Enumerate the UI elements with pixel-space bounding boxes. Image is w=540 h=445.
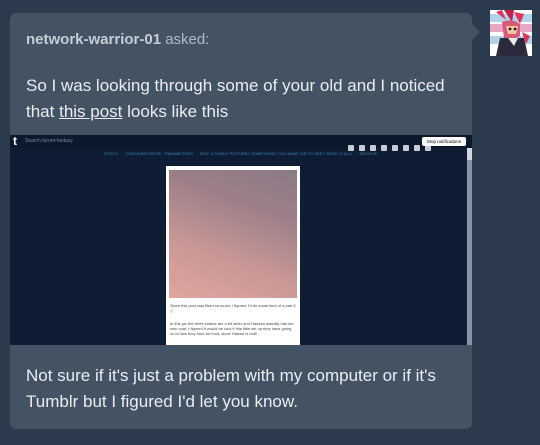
code-icon xyxy=(370,145,376,151)
nav-bot: BOT: A FUNNY PICTURE? SOMETHING YOU WANT… xyxy=(200,152,353,156)
heart-icon xyxy=(348,145,354,151)
this-post-link[interactable]: this post xyxy=(59,102,122,121)
stop-notifications-button: Stop notifications xyxy=(421,137,466,146)
blurred-image xyxy=(169,170,297,298)
chat-icon xyxy=(359,145,365,151)
compass-icon xyxy=(392,145,398,151)
embedded-post: Since this post was liked so much, I fig… xyxy=(166,166,300,345)
question-part-2: looks like this xyxy=(122,102,229,121)
embedded-screenshot: t Search furnet-fantasy Stop notificatio… xyxy=(10,135,472,345)
ask-card: network-warrior-01 asked: So I was looki… xyxy=(10,13,472,429)
asker-name[interactable]: network-warrior-01 xyxy=(26,31,161,48)
lightning-icon xyxy=(414,145,420,151)
nav-posts: POSTS xyxy=(104,152,119,156)
embedded-topbar: t Search furnet-fantasy Stop notificatio… xyxy=(10,135,472,151)
embedded-scroll-thumb xyxy=(467,148,472,160)
embedded-blog-nav: POSTS CHECKING PASTE / PARAMETERS BOT: A… xyxy=(10,152,472,156)
post-text-1: Since this post was liked so much, I fig… xyxy=(170,303,296,313)
home-icon xyxy=(381,145,387,151)
nav-archive: ARCHIVE xyxy=(359,152,378,156)
tumblr-logo: t xyxy=(13,135,17,148)
embedded-scrollbar xyxy=(467,148,472,345)
speech-pointer xyxy=(472,24,480,40)
avatar-image xyxy=(490,10,532,56)
asker-line: network-warrior-01 asked: xyxy=(26,31,209,48)
question-text: So I was looking through some of your ol… xyxy=(26,73,462,125)
embedded-search: Search furnet-fantasy xyxy=(25,138,73,144)
messages-icon xyxy=(403,145,409,151)
post-text-2: In this pic the three kiddos are a bit o… xyxy=(170,321,294,336)
asked-label: asked: xyxy=(161,31,210,48)
question-end-text: Not sure if it's just a problem with my … xyxy=(26,366,436,411)
avatar[interactable] xyxy=(490,10,532,56)
nav-checking: CHECKING PASTE / PARAMETERS xyxy=(125,152,194,156)
